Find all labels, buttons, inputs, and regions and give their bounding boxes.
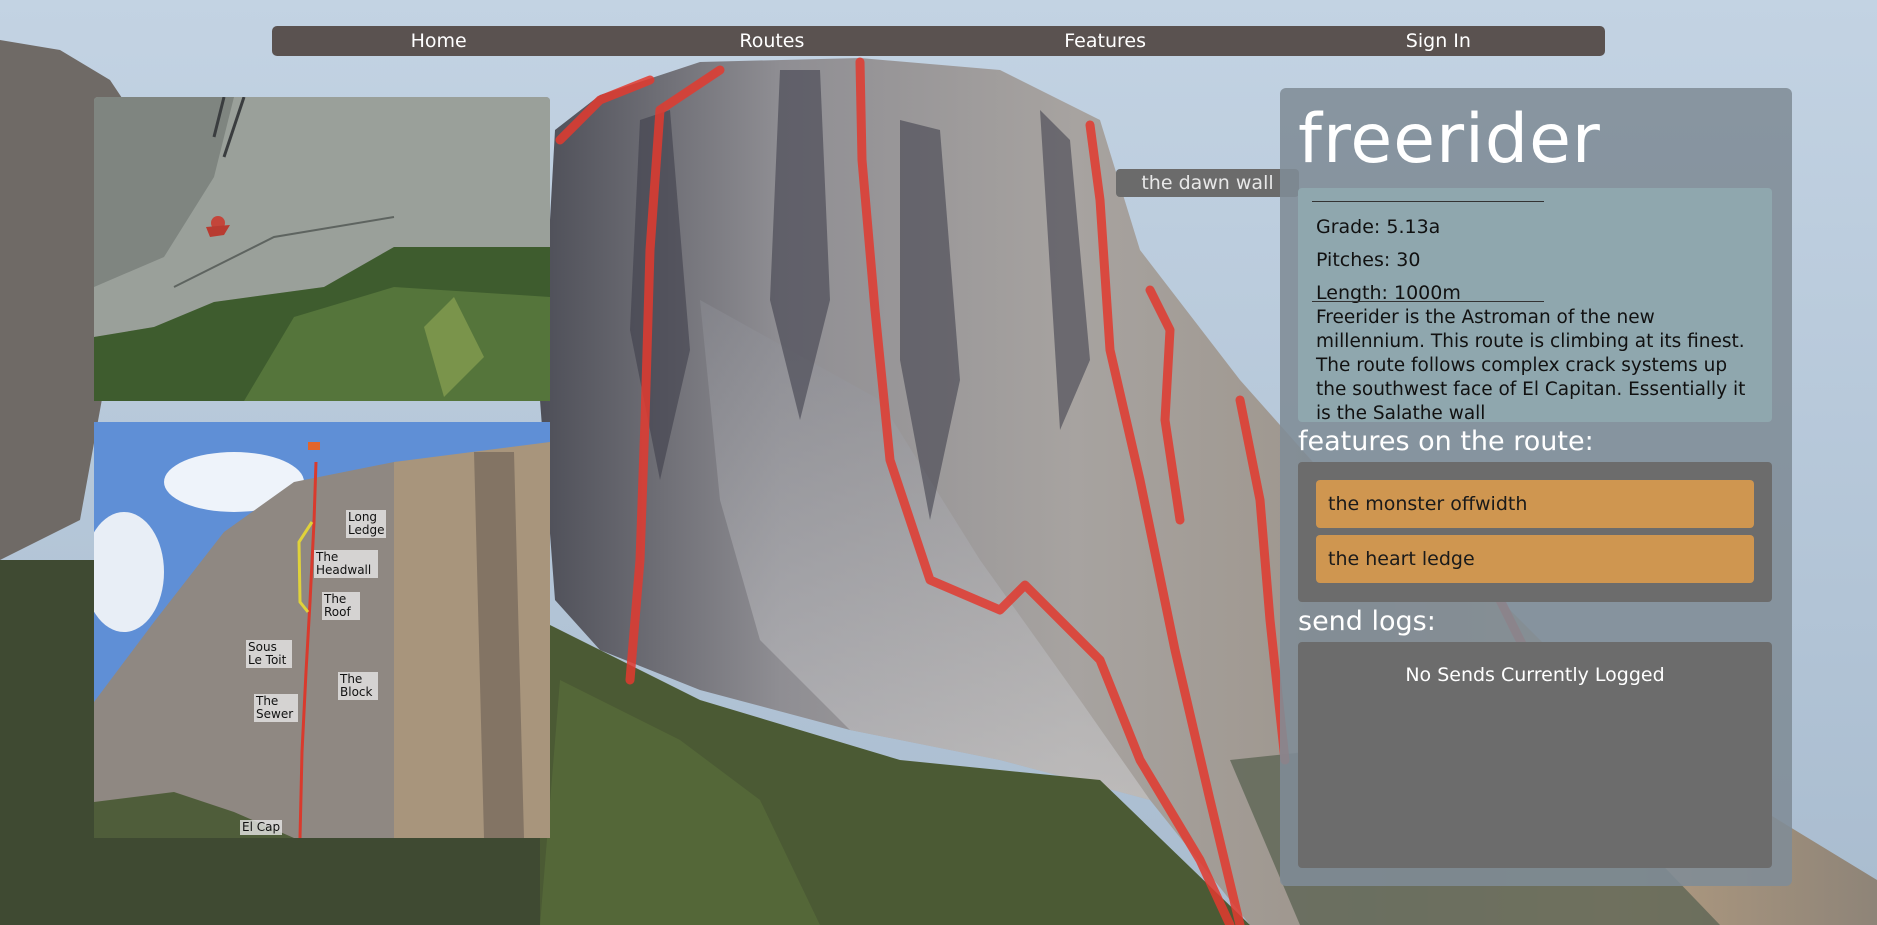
route-grade: Grade: 5.13a [1316,216,1441,238]
nav-routes[interactable]: Routes [605,26,938,56]
route-pitches: Pitches: 30 [1316,249,1421,271]
nav-features[interactable]: Features [939,26,1272,56]
topo-label-block: The Block [338,672,378,700]
send-logs-list: No Sends Currently Logged [1298,642,1772,868]
route-title: freerider [1298,100,1601,179]
topo-photo: Long Ledge The Headwall The Roof Sous Le… [94,422,550,838]
topo-label-sous-le-toit: Sous Le Toit [246,640,292,668]
nav-sign-in[interactable]: Sign In [1272,26,1605,56]
send-logs-heading: send logs: [1298,606,1436,637]
route-info-panel: freerider Grade: 5.13a Pitches: 30 Lengt… [1280,88,1792,886]
topo-label-el-cap: El Cap [240,820,283,835]
divider [1312,201,1544,202]
route-description: Freerider is the Astroman of the new mil… [1316,307,1746,422]
climber-photo [94,97,550,401]
topo-label-roof: The Roof [322,592,360,620]
topo-label-headwall: The Headwall [314,550,378,578]
divider [1312,301,1544,302]
features-heading: features on the route: [1298,426,1594,457]
top-nav: Home Routes Features Sign In [272,26,1605,56]
features-list: the monster offwidth the heart ledge [1298,462,1772,602]
feature-item-monster-offwidth[interactable]: the monster offwidth [1316,480,1754,528]
feature-item-heart-ledge[interactable]: the heart ledge [1316,535,1754,583]
route-tooltip-dawn-wall: the dawn wall [1116,169,1299,197]
topo-label-sewer: The Sewer [254,694,298,722]
topo-label-long-ledge: Long Ledge [346,510,386,538]
no-sends-message: No Sends Currently Logged [1405,664,1665,686]
nav-home[interactable]: Home [272,26,605,56]
route-stats-box[interactable]: Grade: 5.13a Pitches: 30 Length: 1000m F… [1298,188,1772,422]
